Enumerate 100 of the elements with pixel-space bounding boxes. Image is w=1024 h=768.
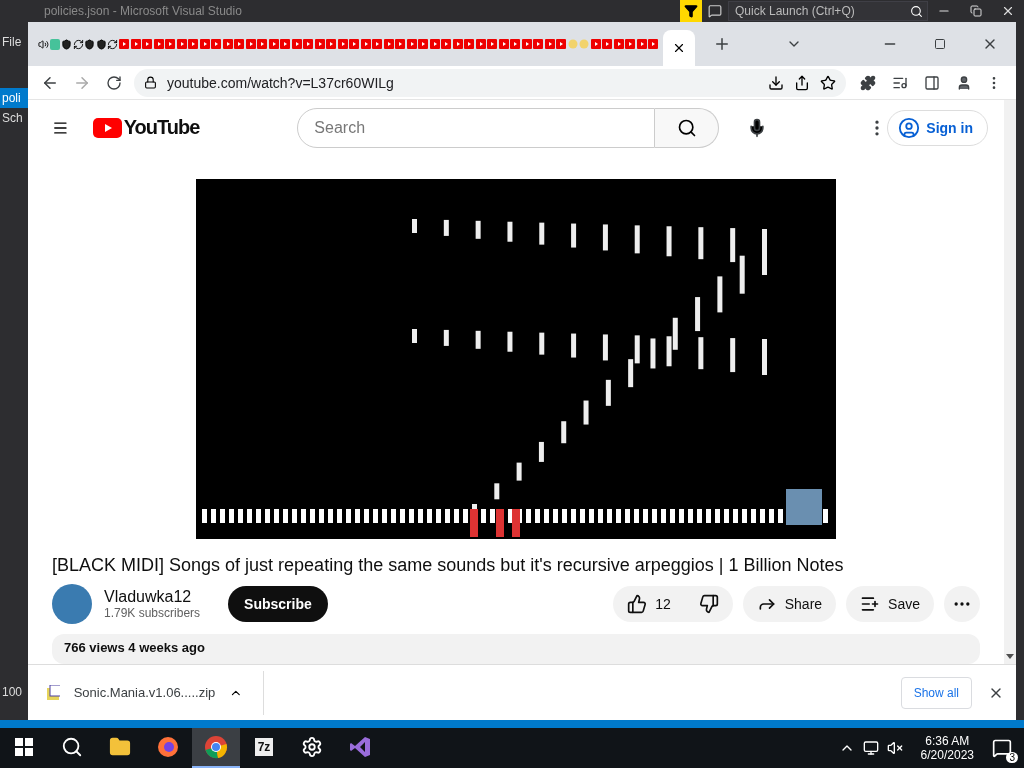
- side-panel-icon[interactable]: [924, 74, 940, 91]
- address-bar[interactable]: youtube.com/watch?v=L37cr60WILg: [134, 68, 846, 97]
- scroll-down-icon[interactable]: [1006, 654, 1014, 660]
- channel-avatar[interactable]: [52, 584, 92, 625]
- video-tab-icon[interactable]: [211, 39, 222, 49]
- folder-icon[interactable]: [109, 736, 131, 758]
- browser-icon[interactable]: [157, 736, 179, 758]
- refresh-tab-icon[interactable]: [72, 38, 84, 50]
- video-tab-icon[interactable]: [613, 39, 624, 49]
- video-tab-icon[interactable]: [349, 39, 360, 49]
- video-tab-icon[interactable]: [487, 39, 498, 49]
- video-tab-icon[interactable]: [188, 39, 199, 49]
- side-label[interactable]: 100: [0, 682, 28, 702]
- logo-text[interactable]: YouTube: [123, 116, 200, 140]
- video-tab-icon[interactable]: [418, 39, 429, 49]
- clock-date[interactable]: 6/20/2023: [920, 748, 974, 762]
- video-tab-icon[interactable]: [372, 39, 383, 49]
- account-icon[interactable]: [898, 116, 921, 139]
- download-file-name[interactable]: Sonic.Mania.v1.06.....zip: [73, 685, 216, 700]
- quick-launch-field[interactable]: Quick Launch (Ctrl+Q): [728, 1, 928, 21]
- video-tab-icon[interactable]: [510, 39, 521, 49]
- settings-icon[interactable]: [301, 736, 323, 758]
- video-tab-icon[interactable]: [648, 39, 659, 49]
- close-icon[interactable]: [1001, 4, 1015, 18]
- video-tab-icon[interactable]: [257, 39, 268, 49]
- video-tab-icon[interactable]: [636, 39, 647, 49]
- video-tab-icon[interactable]: [268, 39, 279, 49]
- muted-speaker-icon[interactable]: [886, 740, 903, 756]
- video-tab-icon[interactable]: [590, 39, 601, 49]
- star-icon[interactable]: [820, 74, 836, 91]
- side-label[interactable]: File: [0, 32, 28, 52]
- video-tab-icon[interactable]: [533, 39, 544, 49]
- filter-icon[interactable]: [684, 4, 698, 18]
- thumbs-up-icon[interactable]: [627, 594, 648, 615]
- show-all-button[interactable]: Show all: [900, 676, 972, 709]
- side-label[interactable]: poli: [0, 88, 28, 108]
- restore-icon[interactable]: [970, 5, 982, 17]
- video-tab-icon[interactable]: [130, 39, 141, 49]
- video-tab-icon[interactable]: [625, 39, 636, 49]
- video-tab-icon[interactable]: [429, 39, 440, 49]
- video-tab-icon[interactable]: [383, 39, 394, 49]
- share-button[interactable]: Share: [742, 586, 837, 623]
- video-tab-icon[interactable]: [222, 39, 233, 49]
- video-tab-icon[interactable]: [176, 39, 187, 49]
- windows-logo-icon[interactable]: [15, 738, 33, 756]
- search-icon[interactable]: [676, 117, 697, 138]
- shield-tab-icon[interactable]: [95, 38, 107, 50]
- speaker-icon[interactable]: [38, 38, 50, 50]
- search-icon[interactable]: [910, 4, 923, 18]
- video-tab-icon[interactable]: [314, 39, 325, 49]
- video-tab-icon[interactable]: [475, 39, 486, 49]
- video-tab-icon[interactable]: [142, 39, 153, 49]
- video-tab-icon[interactable]: [360, 39, 371, 49]
- share-icon[interactable]: [794, 74, 810, 91]
- video-tab-icon[interactable]: [452, 39, 463, 49]
- video-tab-icon[interactable]: [119, 39, 130, 49]
- notifications-icon[interactable]: [992, 738, 1012, 758]
- video-tab-icon[interactable]: [556, 39, 567, 49]
- search-icon[interactable]: [61, 736, 83, 758]
- close-tab-icon[interactable]: [672, 41, 686, 55]
- description-panel[interactable]: 766 views 4 weeks ago: [52, 634, 980, 664]
- shield-tab-icon[interactable]: [61, 38, 73, 50]
- sign-in-button[interactable]: Sign in: [887, 109, 988, 146]
- video-tab-icon[interactable]: [326, 39, 337, 49]
- shield-tab-icon[interactable]: [84, 38, 96, 50]
- more-button[interactable]: [944, 586, 980, 623]
- feedback-icon[interactable]: [708, 4, 722, 18]
- video-tab-icon[interactable]: [521, 39, 532, 49]
- browser-icon[interactable]: [204, 735, 228, 759]
- save-button[interactable]: Save: [846, 586, 934, 623]
- subscribe-button[interactable]: Subscribe: [228, 586, 328, 623]
- archive-file-icon[interactable]: [46, 684, 60, 701]
- search-field[interactable]: Search: [297, 107, 656, 148]
- video-tab-icon[interactable]: [602, 39, 613, 49]
- video-tab-icon[interactable]: [245, 39, 256, 49]
- lock-icon[interactable]: [144, 76, 157, 89]
- studio-icon[interactable]: [349, 736, 371, 758]
- extensions-icon[interactable]: [860, 74, 876, 91]
- video-tab-icon[interactable]: [199, 39, 210, 49]
- side-label[interactable]: Sch: [0, 108, 28, 128]
- video-tab-icon[interactable]: [234, 39, 245, 49]
- refresh-tab-icon[interactable]: [107, 38, 119, 50]
- video-tab-icon[interactable]: [291, 39, 302, 49]
- thumbs-down-icon[interactable]: [698, 594, 719, 615]
- video-tab-icon[interactable]: [153, 39, 164, 49]
- reload-icon[interactable]: [106, 74, 122, 91]
- video-tab-icon[interactable]: [303, 39, 314, 49]
- video-tab-icon[interactable]: [406, 39, 417, 49]
- video-tab-icon[interactable]: [544, 39, 555, 49]
- profile-icon[interactable]: [956, 74, 972, 91]
- video-tab-icon[interactable]: [498, 39, 509, 49]
- new-tab-icon[interactable]: [713, 35, 731, 53]
- video-tab-icon[interactable]: [464, 39, 475, 49]
- video-tab-icon[interactable]: [337, 39, 348, 49]
- network-icon[interactable]: [862, 740, 879, 756]
- video-tab-icon[interactable]: [441, 39, 452, 49]
- search-button[interactable]: [655, 107, 720, 148]
- maximize-icon[interactable]: [934, 38, 946, 50]
- install-icon[interactable]: [768, 74, 784, 91]
- video-tab-icon[interactable]: [395, 39, 406, 49]
